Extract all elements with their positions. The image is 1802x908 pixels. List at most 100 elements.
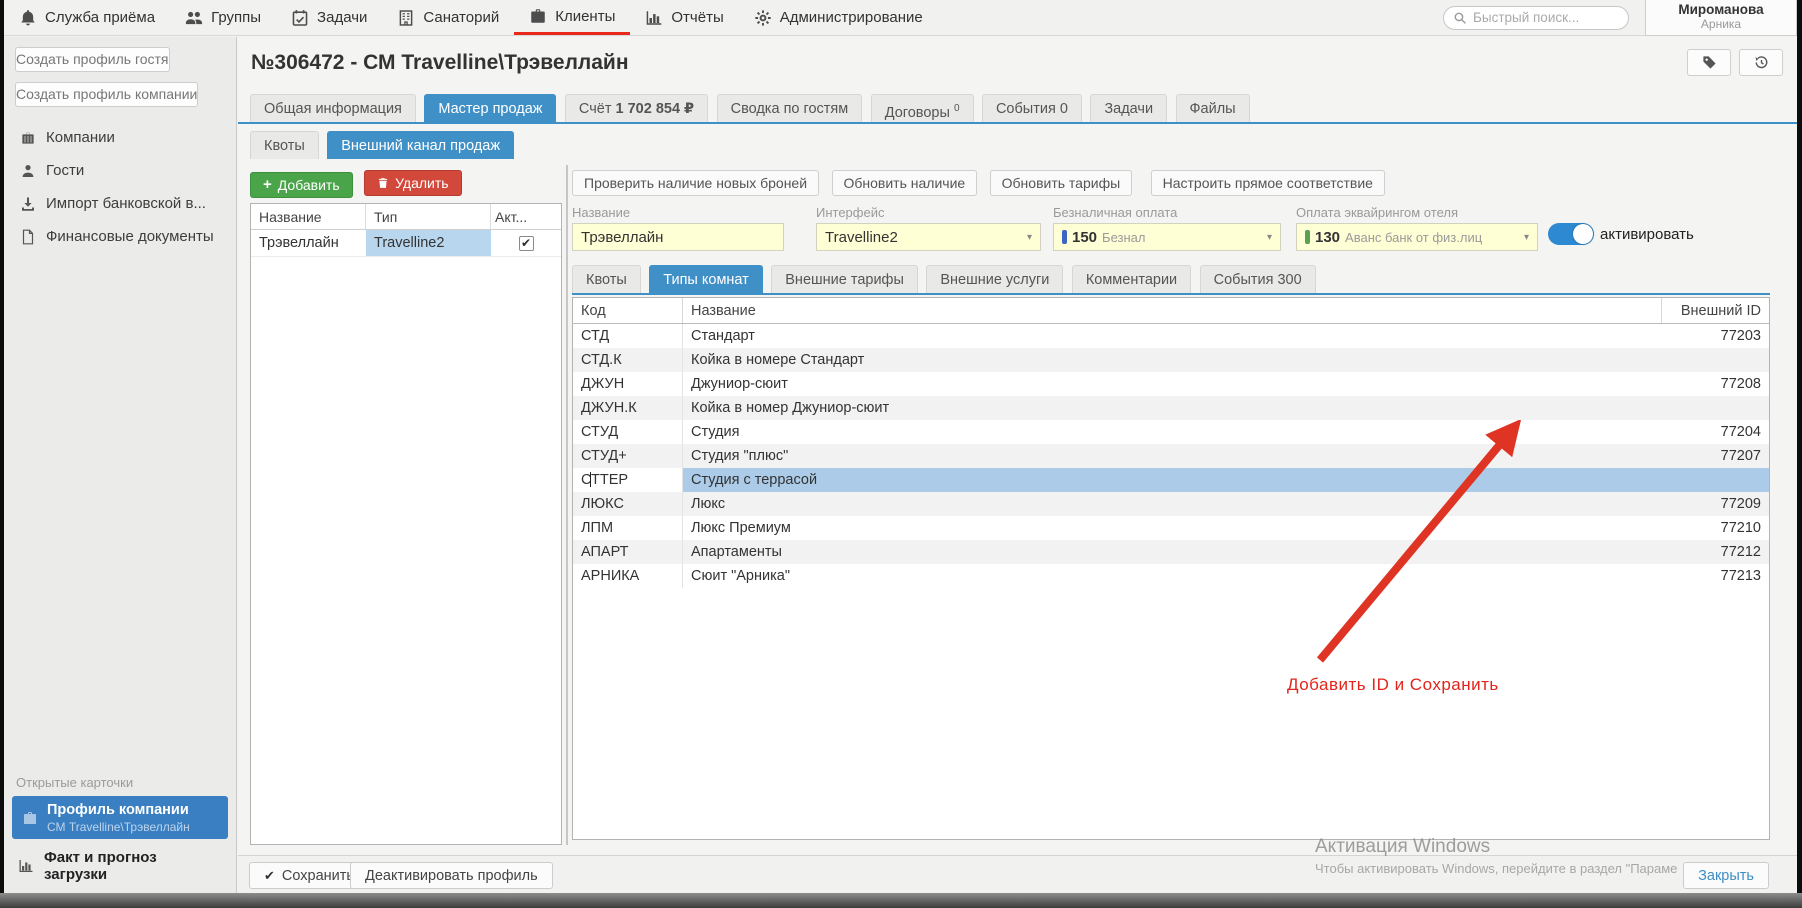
column-header[interactable]: Акт...	[491, 209, 561, 225]
nav-administration[interactable]: Администрирование	[739, 0, 938, 35]
inner-tab-comments[interactable]: Комментарии	[1072, 265, 1191, 293]
tab-account[interactable]: Счёт 1 702 854 ₽	[565, 94, 708, 122]
inner-tab-room-types[interactable]: Типы комнат	[649, 265, 763, 293]
room-extid-cell[interactable]: 77203	[1661, 324, 1769, 348]
refresh-availability-button[interactable]: Обновить наличие	[832, 170, 978, 196]
room-extid-cell[interactable]	[1661, 348, 1769, 372]
activate-toggle[interactable]	[1548, 223, 1594, 245]
cashless-payment-select[interactable]: 150 Безнал ▾	[1053, 223, 1281, 251]
table-row[interactable]: СТД.К Койка в номере Стандарт	[573, 348, 1769, 372]
nav-clients[interactable]: Клиенты	[514, 0, 630, 35]
sidebar-item-guests[interactable]: Гости	[4, 154, 236, 187]
delete-channel-button[interactable]: Удалить	[364, 170, 461, 196]
table-row[interactable]: СТД Стандарт 77203	[573, 324, 1769, 348]
room-extid-cell[interactable]: 77210	[1661, 516, 1769, 540]
tab-guest-summary[interactable]: Сводка по гостям	[717, 94, 863, 122]
sidebar-item-companies[interactable]: Компании	[4, 121, 236, 154]
room-extid-cell[interactable]: 77212	[1661, 540, 1769, 564]
room-name-cell[interactable]: Стандарт	[683, 324, 1661, 348]
create-company-button[interactable]: Создать профиль компании	[15, 82, 198, 107]
room-code-cell[interactable]: ЛПМ	[573, 516, 683, 540]
configure-mapping-button[interactable]: Настроить прямое соответствие	[1151, 170, 1385, 196]
room-extid-cell[interactable]	[1661, 468, 1769, 492]
room-code-cell[interactable]: АРНИКА	[573, 564, 683, 588]
room-code-cell-editing[interactable]: СТТЕР	[573, 468, 683, 492]
deactivate-profile-button[interactable]: Деактивировать профиль	[350, 862, 553, 889]
open-card-company-profile[interactable]: Профиль компании СМ Travelline\Трэвеллай…	[12, 796, 228, 839]
room-extid-cell[interactable]: 77209	[1661, 492, 1769, 516]
room-extid-cell[interactable]: 77207	[1661, 444, 1769, 468]
table-row[interactable]: АРНИКА Сюит "Арника" 77213	[573, 564, 1769, 588]
room-name-cell[interactable]: Студия с террасой	[683, 468, 1661, 492]
room-code-cell[interactable]: ДЖУН.К	[573, 396, 683, 420]
column-header[interactable]: Внешний ID	[1661, 298, 1769, 323]
room-code-cell[interactable]: АПАРТ	[573, 540, 683, 564]
nav-sanatorium[interactable]: Санаторий	[382, 0, 514, 35]
room-extid-cell[interactable]	[1661, 396, 1769, 420]
table-row[interactable]: АПАРТ Апартаменты 77212	[573, 540, 1769, 564]
create-guest-button[interactable]: Создать профиль гостя	[15, 47, 170, 72]
nav-reports[interactable]: Отчёты	[630, 0, 738, 35]
sidebar-item-load-forecast[interactable]: Факт и прогноз загрузки	[4, 839, 236, 893]
column-header[interactable]: Название	[251, 204, 366, 229]
nav-tasks[interactable]: Задачи	[276, 0, 382, 35]
table-row[interactable]: ЛЮКС Люкс 77209	[573, 492, 1769, 516]
room-code-cell[interactable]: ДЖУН	[573, 372, 683, 396]
room-name-cell[interactable]: Койка в номере Стандарт	[683, 348, 1661, 372]
channel-type-cell[interactable]: Travelline2	[366, 230, 491, 256]
table-row[interactable]: СТУД+ Студия "плюс" 77207	[573, 444, 1769, 468]
tab-files[interactable]: Файлы	[1176, 94, 1250, 122]
tab-events[interactable]: События 0	[982, 94, 1082, 122]
tags-button[interactable]	[1687, 49, 1731, 76]
room-code-cell[interactable]: СТУД+	[573, 444, 683, 468]
close-button[interactable]: Закрыть	[1683, 862, 1769, 889]
column-header[interactable]: Тип	[366, 204, 491, 229]
column-header[interactable]: Код	[573, 298, 683, 323]
refresh-rates-button[interactable]: Обновить тарифы	[990, 170, 1133, 196]
active-checkbox[interactable]: ✔	[519, 236, 534, 251]
history-button[interactable]	[1739, 49, 1783, 76]
acquiring-payment-select[interactable]: 130 Аванс банк от физ.лиц ▾	[1296, 223, 1538, 251]
table-row[interactable]: ЛПМ Люкс Премиум 77210	[573, 516, 1769, 540]
table-row-selected[interactable]: СТТЕР Студия с террасой	[573, 468, 1769, 492]
room-code-cell[interactable]: СТД	[573, 324, 683, 348]
channel-row[interactable]: Трэвеллайн Travelline2 ✔	[251, 230, 561, 257]
nav-groups[interactable]: Группы	[170, 0, 276, 35]
room-name-cell[interactable]: Сюит "Арника"	[683, 564, 1661, 588]
room-name-cell[interactable]: Студия	[683, 420, 1661, 444]
room-name-cell[interactable]: Джуниор-сюит	[683, 372, 1661, 396]
tab-tasks[interactable]: Задачи	[1090, 94, 1167, 122]
user-menu[interactable]: Мироманова Арника	[1645, 0, 1797, 36]
sidebar-item-bank-import[interactable]: Импорт банковской в...	[4, 187, 236, 220]
inner-tab-external-rates[interactable]: Внешние тарифы	[771, 265, 918, 293]
table-row[interactable]: ДЖУН Джуниор-сюит 77208	[573, 372, 1769, 396]
tab-general-info[interactable]: Общая информация	[250, 94, 416, 122]
column-header[interactable]: Название	[683, 298, 1661, 323]
room-extid-cell[interactable]: 77208	[1661, 372, 1769, 396]
table-row[interactable]: СТУД Студия 77204	[573, 420, 1769, 444]
tab-contracts[interactable]: Договоры 0	[871, 94, 974, 122]
room-code-cell[interactable]: ЛЮКС	[573, 492, 683, 516]
room-name-cell[interactable]: Апартаменты	[683, 540, 1661, 564]
room-name-cell[interactable]: Койка в номер Джуниор-сюит	[683, 396, 1661, 420]
subtab-quotas[interactable]: Квоты	[250, 131, 319, 159]
room-extid-cell[interactable]: 77204	[1661, 420, 1769, 444]
sidebar-item-financial-docs[interactable]: Финансовые документы	[4, 220, 236, 253]
room-name-cell[interactable]: Студия "плюс"	[683, 444, 1661, 468]
table-row[interactable]: ДЖУН.К Койка в номер Джуниор-сюит	[573, 396, 1769, 420]
channel-name-cell[interactable]: Трэвеллайн	[251, 230, 366, 256]
check-new-bookings-button[interactable]: Проверить наличие новых броней	[572, 170, 819, 196]
channel-name-input[interactable]: Трэвеллайн	[572, 223, 784, 251]
quick-search[interactable]	[1443, 6, 1629, 30]
interface-select[interactable]: Travelline2 ▾	[816, 223, 1041, 251]
nav-reception[interactable]: Служба приёма	[4, 0, 170, 35]
inner-tab-external-services[interactable]: Внешние услуги	[926, 265, 1063, 293]
search-input[interactable]	[1473, 10, 1619, 25]
inner-tab-quotas[interactable]: Квоты	[572, 265, 641, 293]
room-code-cell[interactable]: СТД.К	[573, 348, 683, 372]
inner-tab-events[interactable]: События 300	[1200, 265, 1316, 293]
room-name-cell[interactable]: Люкс	[683, 492, 1661, 516]
room-name-cell[interactable]: Люкс Премиум	[683, 516, 1661, 540]
subtab-external-channel[interactable]: Внешний канал продаж	[327, 131, 514, 159]
room-extid-cell[interactable]: 77213	[1661, 564, 1769, 588]
